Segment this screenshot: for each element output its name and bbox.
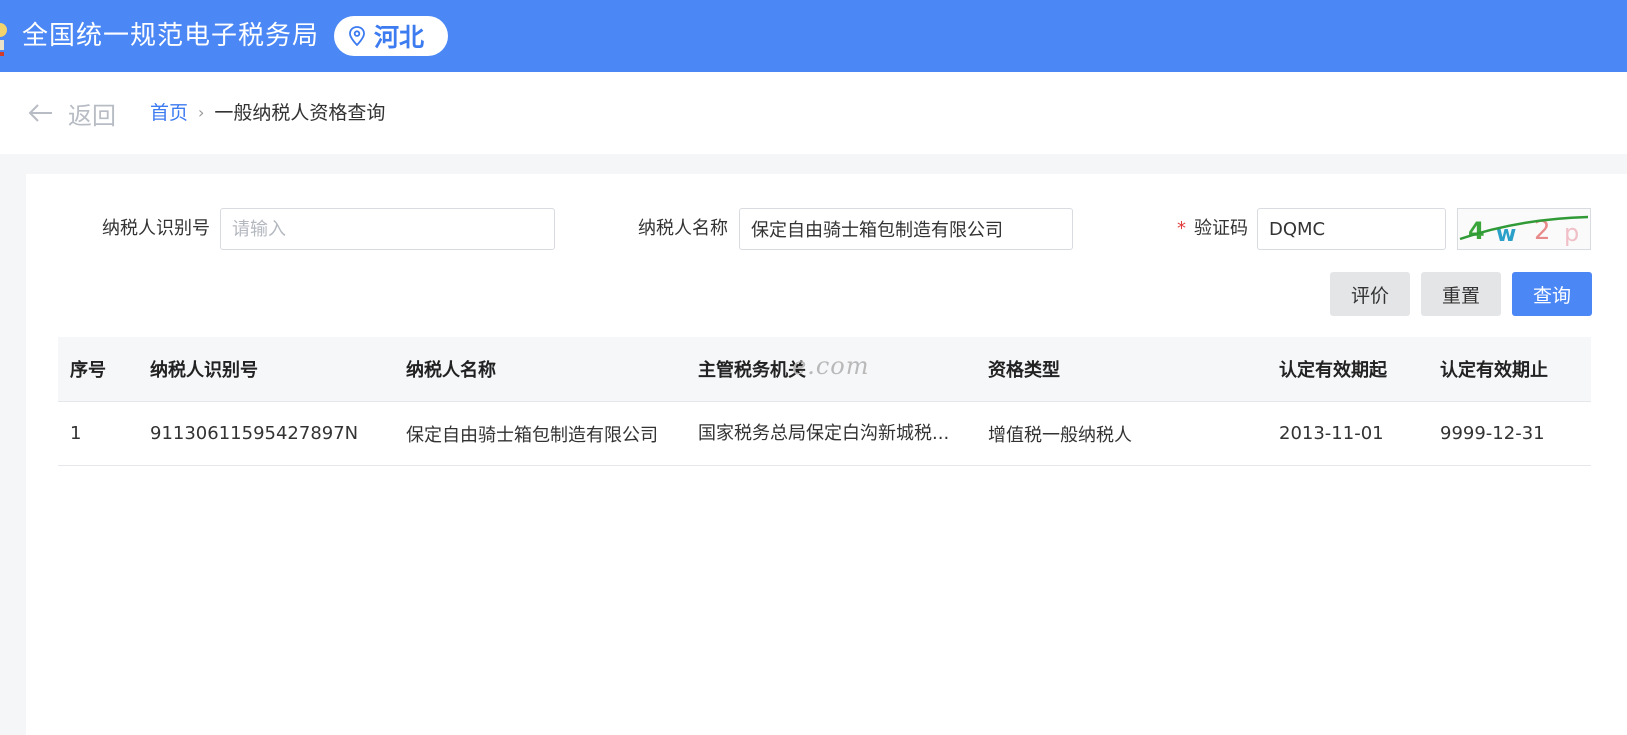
column-header: 纳税人识别号: [150, 360, 258, 381]
column-header: 资格类型: [988, 360, 1060, 381]
column-header: 认定有效期止: [1440, 360, 1548, 381]
breadcrumb-home-link[interactable]: 首页: [150, 100, 188, 126]
taxpayer-id-label: 纳税人识别号: [102, 218, 210, 239]
column-header: 纳税人名称: [406, 360, 496, 381]
required-mark: *: [1177, 218, 1186, 239]
region-selector[interactable]: 河北: [334, 16, 448, 56]
top-bar: 全国统一规范电子税务局 河北: [0, 0, 1627, 72]
table-cell-text: 国家税务总局保定白沟新城税...: [698, 422, 950, 444]
breadcrumb: 首页 › 一般纳税人资格查询: [150, 100, 385, 126]
table-cell: 2013-11-01: [1279, 423, 1384, 444]
captcha-label-text: 验证码: [1194, 218, 1248, 239]
breadcrumb-current: 一般纳税人资格查询: [214, 102, 386, 124]
column-header: 认定有效期起: [1279, 360, 1387, 381]
captcha-input[interactable]: [1257, 208, 1446, 250]
query-button[interactable]: 查询: [1512, 272, 1592, 316]
back-label: 返回: [68, 101, 116, 130]
table-cell: 9999-12-31: [1440, 423, 1545, 444]
region-name: 河北: [374, 23, 425, 52]
results-table: 序号 纳税人识别号 纳税人名称 主管税务机关 资格类型 认定有效期起 认定有效期…: [58, 337, 1591, 466]
captcha-label: * 验证码: [1168, 208, 1248, 250]
taxpayer-id-input[interactable]: [220, 208, 555, 250]
captcha-graphic: 4 w 2 p: [1459, 215, 1589, 247]
chevron-right-icon: ›: [198, 103, 205, 122]
table-cell: 增值税一般纳税人: [988, 424, 1132, 446]
table-cell: 国家税务总局保定白沟新城税...: [698, 402, 968, 465]
table-header: 序号 纳税人识别号 纳税人名称 主管税务机关 资格类型 认定有效期起 认定有效期…: [58, 337, 1591, 402]
back-button[interactable]: 返回: [28, 96, 116, 130]
arrow-left-icon: [28, 104, 52, 122]
table-cell: 1: [70, 423, 82, 444]
tax-emblem-icon: [0, 23, 7, 56]
table-cell: 保定自由骑士箱包制造有限公司: [406, 424, 658, 446]
table-cell: 91130611595427897N: [150, 423, 359, 444]
site-title: 全国统一规范电子税务局: [22, 21, 320, 51]
location-pin-icon: [349, 26, 365, 46]
column-header: 序号: [70, 360, 106, 381]
reset-button[interactable]: 重置: [1421, 272, 1501, 316]
breadcrumb-bar: 返回 首页 › 一般纳税人资格查询: [0, 72, 1627, 154]
captcha-char-4: p: [1564, 219, 1579, 247]
taxpayer-name-label: 纳税人名称: [638, 218, 728, 239]
column-header: 主管税务机关: [698, 360, 806, 381]
captcha-image[interactable]: 4 w 2 p: [1457, 208, 1591, 250]
evaluate-button[interactable]: 评价: [1330, 272, 1410, 316]
table-row[interactable]: 1 91130611595427897N 保定自由骑士箱包制造有限公司 国家税务…: [58, 402, 1591, 466]
taxpayer-name-input[interactable]: [739, 208, 1073, 250]
